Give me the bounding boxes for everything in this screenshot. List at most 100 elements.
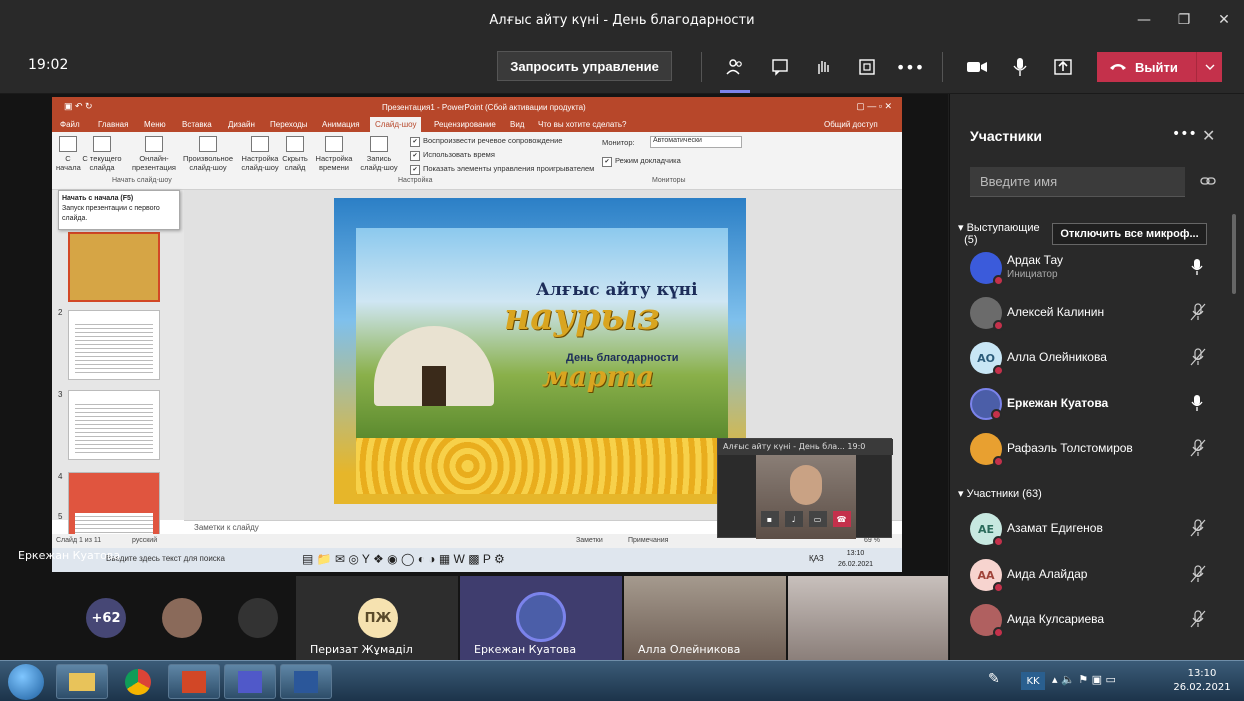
phone-hangup-icon[interactable]: ☎ [832, 511, 851, 527]
taskbar-word[interactable] [280, 664, 332, 699]
participant-avatar: АЕ [970, 513, 1004, 547]
ppt-tab: Главная [98, 120, 129, 129]
slide-number: 2 [58, 308, 63, 317]
language-indicator[interactable]: KK [1021, 672, 1045, 690]
camera-icon[interactable] [962, 53, 992, 81]
windows-taskbar: ✎ KK ▴ 🔈 ⚑ ▣ ▭ 13:10 26.02.2021 [0, 660, 1244, 701]
microphone-icon[interactable]: ♩ [784, 511, 803, 527]
slide-flower-border [356, 438, 728, 494]
minimize-icon[interactable]: — [1124, 0, 1164, 40]
participant-search-input[interactable] [970, 167, 1185, 197]
participant-role: Инициатор [1007, 269, 1058, 280]
comments-toggle: Примечания [628, 537, 669, 544]
participants-panel: Участники ••• ✕ ▾ Выступающие (5) Отключ… [949, 94, 1244, 660]
raise-hand-icon[interactable] [808, 53, 838, 81]
slide-thumbnail [68, 232, 160, 302]
slide-thumbnails: 2 3 4 5 [52, 190, 184, 542]
slide-counter: Слайд 1 из 11 [56, 537, 102, 544]
microphone-off-icon [1190, 610, 1206, 628]
chevron-down-icon[interactable] [1196, 52, 1222, 82]
taskbar-teams[interactable] [224, 664, 276, 699]
close-icon[interactable]: ✕ [1204, 0, 1244, 40]
participant-avatar[interactable] [162, 598, 202, 638]
panel-scrollbar[interactable] [1232, 214, 1236, 294]
maximize-icon[interactable]: ❐ [1164, 0, 1204, 40]
participant-row[interactable]: АА Аида Алайдар [950, 555, 1230, 595]
participant-row[interactable]: Аида Кулсариева [950, 600, 1230, 640]
shared-clock: 13:10 26.02.2021 [838, 550, 874, 568]
share-link-icon[interactable] [1200, 174, 1216, 188]
participant-row[interactable]: АЕ Азамат Едигенов [950, 509, 1230, 549]
shared-search-field: Введите здесь текст для поиска [106, 554, 225, 563]
slide-word-marta: марта [542, 360, 655, 393]
participant-name: Рафаэль Толстомиров [1007, 441, 1133, 455]
window-controls: — ❐ ✕ [1124, 0, 1244, 40]
more-options-icon[interactable]: ••• [895, 53, 925, 81]
request-control-button[interactable]: Запросить управление [497, 51, 672, 81]
participant-row[interactable]: Рафаэль Толстомиров [950, 429, 1230, 469]
share-screen-icon[interactable] [1048, 53, 1078, 81]
close-icon[interactable]: ✕ [1202, 126, 1215, 145]
ppt-tab: Рецензирование [434, 120, 496, 129]
pen-icon[interactable]: ✎ [988, 671, 1000, 687]
microphone-icon[interactable] [1005, 53, 1035, 81]
video-tile[interactable]: Алла Олейникова [624, 576, 786, 660]
video-tile[interactable]: ПЖ Перизат Жұмаділ [296, 576, 458, 660]
participant-avatar: АО [970, 342, 1004, 376]
shared-screen: ▣ ↶ ↻ Презентация1 - PowerPoint (Сбой ак… [0, 94, 948, 572]
more-options-icon[interactable]: ••• [1172, 126, 1197, 142]
checkbox-timings: Использовать время [410, 150, 495, 161]
teams-icon [238, 670, 262, 693]
more-participants-badge[interactable]: +62 [86, 598, 126, 638]
self-video-preview[interactable]: Алғыс айту күні - День бла... 19:0 ▪ ♩ ▭… [717, 438, 893, 539]
participant-row-speaking[interactable]: Еркежан Куатова [950, 384, 1230, 424]
participant-row[interactable]: Алексей Калинин [950, 293, 1230, 333]
participant-initials: ПЖ [358, 598, 398, 638]
participant-row[interactable]: Ардак Тау Инициатор [950, 248, 1230, 288]
slide-thumbnail [68, 472, 160, 542]
camera-icon[interactable]: ▪ [760, 511, 779, 527]
participant-name: Аида Алайдар [1007, 567, 1088, 581]
slide-thumbnail [68, 310, 160, 380]
taskbar-powerpoint[interactable] [168, 664, 220, 699]
chat-icon[interactable] [765, 53, 795, 81]
participant-name: Еркежан Куатова [1007, 396, 1109, 410]
monitor-select: Автоматически [650, 136, 742, 148]
selfview-controls: ▪ ♩ ▭ ☎ [718, 511, 893, 531]
participant-row[interactable]: АО Алла Олейникова [950, 338, 1230, 378]
participants-icon[interactable] [720, 53, 750, 81]
tile-name: Перизат Жұмаділ [310, 643, 413, 656]
attendees-header[interactable]: ▾ Участники (63) [958, 487, 1042, 500]
participant-avatar[interactable] [238, 598, 278, 638]
ppt-tab: Анимация [322, 120, 360, 129]
taskbar-explorer[interactable] [56, 664, 108, 699]
system-clock[interactable]: 13:10 26.02.2021 [1172, 667, 1232, 695]
share-screen-icon[interactable]: ▭ [808, 511, 827, 527]
participant-name: Алла Олейникова [1007, 350, 1107, 364]
meeting-timer: 19:02 [28, 57, 69, 73]
teams-window: Алғыс айту күні - День благодарности — ❐… [0, 0, 1244, 701]
taskbar-chrome[interactable] [112, 664, 164, 699]
tile-name: Алла Олейникова [638, 643, 741, 656]
microphone-off-icon [1190, 348, 1206, 366]
leave-button[interactable]: Выйти [1097, 52, 1222, 82]
participant-avatar [516, 592, 566, 642]
save-icon: ▣ ↶ ↻ [64, 101, 93, 111]
tile-name: Еркежан Куатова [474, 643, 577, 656]
mute-all-button[interactable]: Отключить все микроф... [1052, 223, 1207, 245]
tooltip-text: Запуск презентации с первого слайда. [62, 205, 160, 222]
chrome-icon [125, 668, 151, 695]
start-button[interactable] [8, 664, 44, 700]
yurt-illustration [374, 326, 494, 406]
ribbon-record: Запись слайд-шоу [354, 136, 404, 172]
ppt-ribbon-tabs: Файл Главная Меню Вставка Дизайн Переход… [52, 117, 902, 132]
rooms-icon[interactable] [852, 53, 882, 81]
video-tile[interactable] [788, 576, 948, 660]
tray-icons[interactable]: ▴ 🔈 ⚑ ▣ ▭ [1052, 673, 1116, 686]
presenters-header[interactable]: ▾ Выступающие (5) [958, 221, 1040, 246]
microphone-off-icon [1190, 303, 1206, 321]
toolbar-divider [701, 52, 702, 82]
ppt-tab: Переходы [270, 120, 308, 129]
video-tile-active-speaker[interactable]: Еркежан Куатова [460, 576, 622, 660]
slide-image: Алғыс айту күні наурыз День благодарност… [356, 228, 728, 438]
